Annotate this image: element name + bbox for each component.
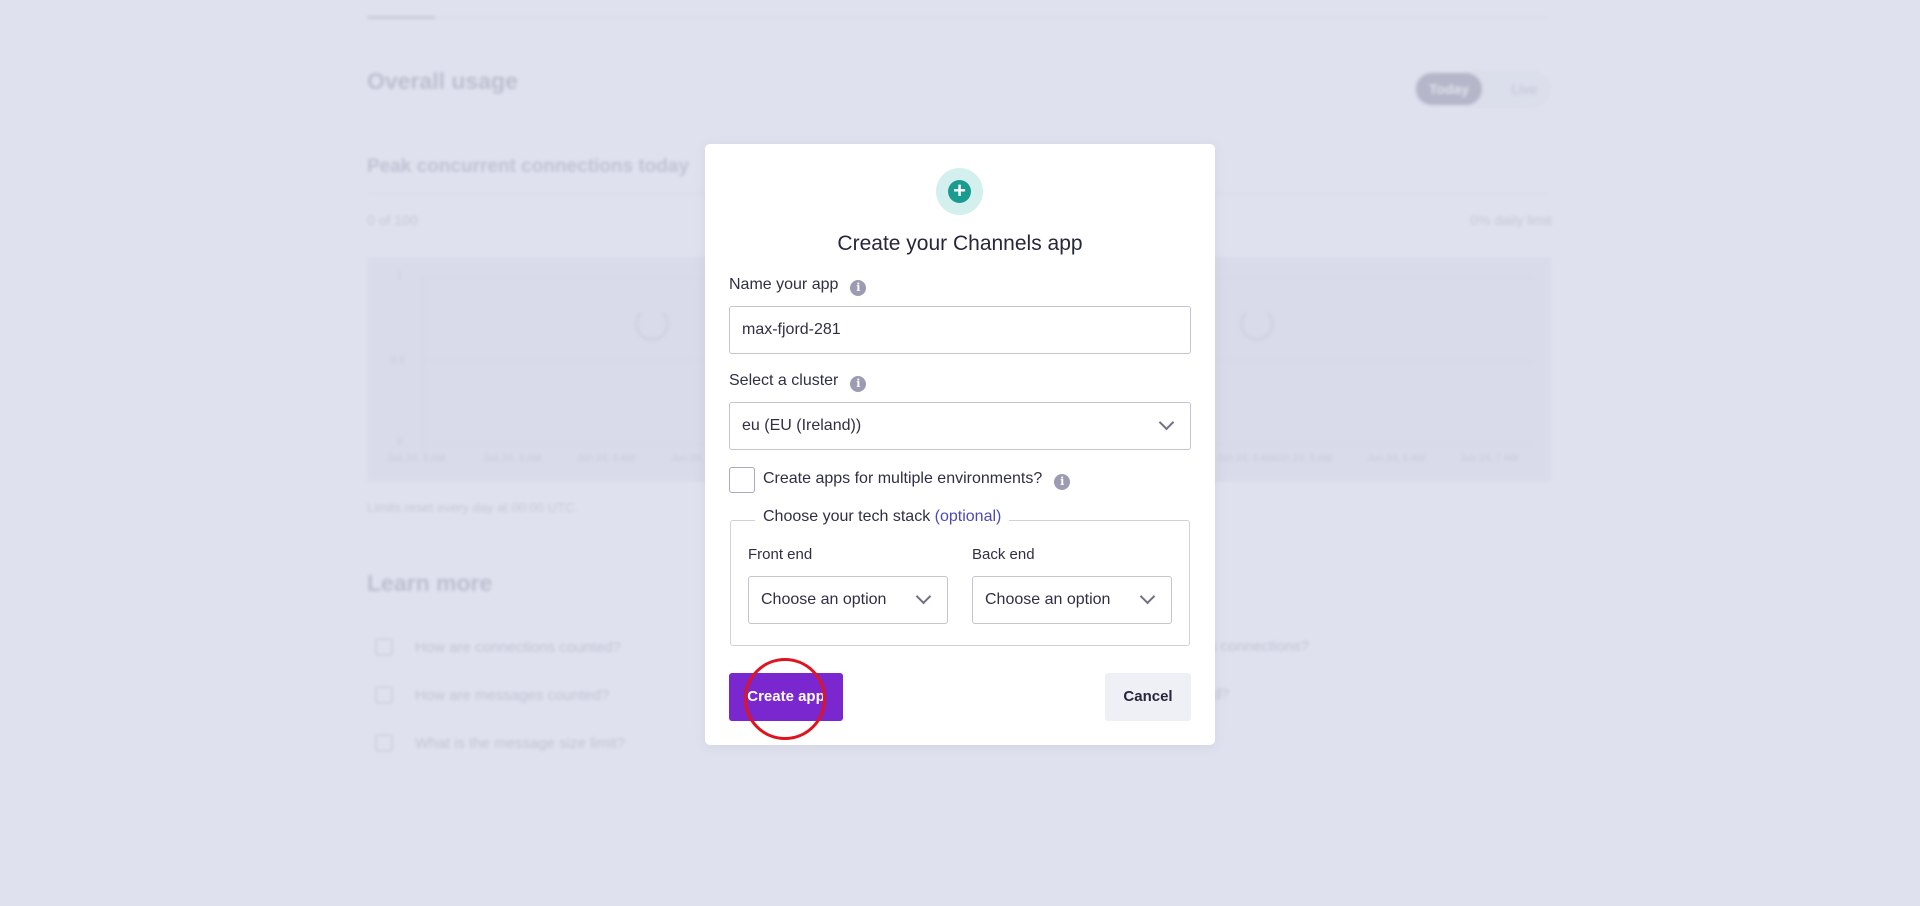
- info-icon[interactable]: i: [1054, 474, 1071, 490]
- cluster-label: Select a cluster i: [729, 372, 867, 392]
- create-app-modal: + Create your Channels app Name your app…: [705, 144, 1215, 745]
- front-end-select-value: Choose an option: [761, 591, 887, 608]
- chevron-down-icon: [1158, 414, 1175, 431]
- tech-stack-legend: Choose your tech stack (optional): [755, 508, 1010, 526]
- modal-title: Create your Channels app: [837, 232, 1083, 255]
- back-end-select-value: Choose an option: [985, 591, 1111, 608]
- plus-badge: +: [936, 168, 983, 215]
- front-end-label: Front end: [748, 546, 813, 563]
- front-end-select[interactable]: Choose an option: [748, 576, 948, 624]
- chevron-down-icon: [915, 588, 932, 605]
- back-end-select[interactable]: Choose an option: [972, 576, 1172, 624]
- chevron-down-icon: [1139, 588, 1156, 605]
- create-app-button[interactable]: Create app: [729, 673, 843, 721]
- multi-env-label: Create apps for multiple environments? i: [763, 470, 1071, 490]
- info-icon[interactable]: i: [850, 376, 867, 392]
- multi-env-checkbox[interactable]: [729, 467, 755, 493]
- cancel-button[interactable]: Cancel: [1105, 673, 1191, 721]
- plus-circle-icon: +: [948, 180, 971, 203]
- cluster-select-value: eu (EU (Ireland)): [742, 417, 862, 434]
- name-label: Name your app i: [729, 276, 867, 296]
- back-end-label: Back end: [972, 546, 1035, 563]
- cluster-select[interactable]: eu (EU (Ireland)): [729, 402, 1191, 450]
- optional-tag: (optional): [934, 508, 1002, 525]
- app-name-input[interactable]: [729, 306, 1191, 354]
- info-icon[interactable]: i: [850, 280, 867, 296]
